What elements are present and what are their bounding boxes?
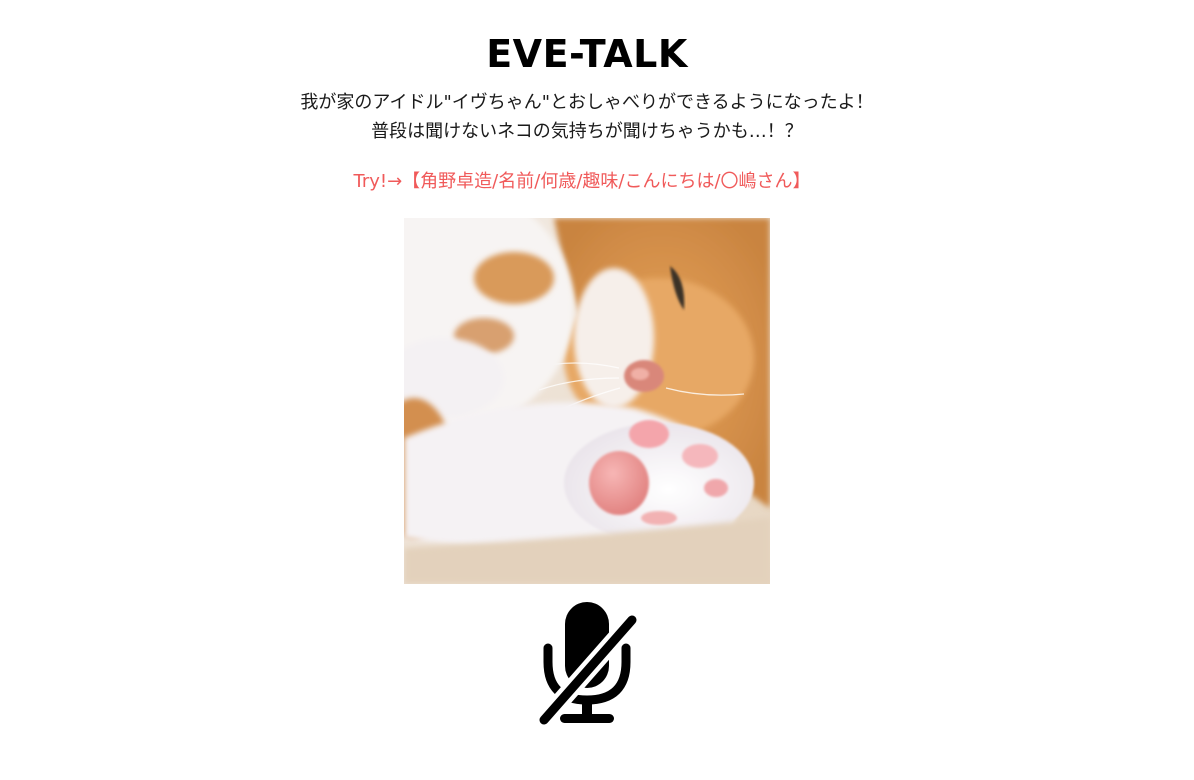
cat-paw-photo (404, 218, 770, 584)
page-title: EVE-TALK (486, 32, 688, 77)
description-line-2: 普段は聞けないネコの気持ちが聞けちゃうかも…！？ (371, 121, 803, 142)
try-hint: Try!→【角野卓造/名前/何歳/趣味/こんにちは/〇嶋さん】 (353, 171, 811, 192)
description-line-1: 我が家のアイドル"イヴちゃん"とおしゃべりができるようになったよ！ (300, 92, 874, 113)
microphone-muted-icon[interactable] (534, 602, 642, 728)
description: 我が家のアイドル"イヴちゃん"とおしゃべりができるようになったよ！ 普段は聞けな… (0, 88, 1174, 146)
